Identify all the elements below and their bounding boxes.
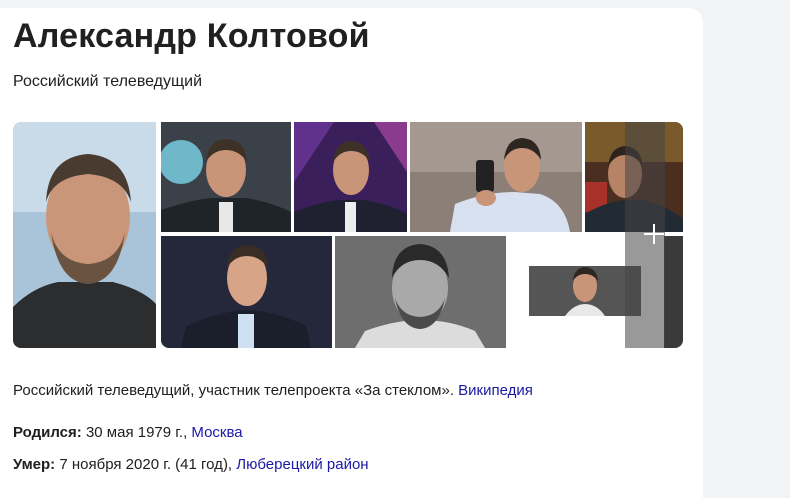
death-date: 7 ноября 2020 г. (41 год),: [59, 456, 233, 473]
fact-died: Умер: 7 ноября 2020 г. (41 год), Люберец…: [13, 456, 369, 473]
plus-icon[interactable]: [642, 222, 666, 246]
gallery-photo-bw-portrait[interactable]: [335, 236, 506, 348]
gallery-photo-portrait-suit[interactable]: [161, 236, 332, 348]
entity-title: Александр Колтовой: [13, 17, 370, 55]
gallery-photo-studio-2[interactable]: [294, 122, 407, 232]
entity-subtitle: Российский телеведущий: [13, 73, 203, 90]
gallery-photo-phone[interactable]: [410, 122, 582, 232]
deathplace-link[interactable]: Люберецкий район: [236, 456, 368, 473]
birthplace-link[interactable]: Москва: [191, 424, 242, 441]
died-label: Умер:: [13, 456, 56, 473]
born-label: Родился:: [13, 424, 82, 441]
entity-description: Российский телеведущий, участник телепро…: [13, 382, 533, 399]
description-text: Российский телеведущий, участник телепро…: [13, 382, 454, 399]
gallery-photo-main[interactable]: [13, 122, 156, 348]
born-date: 30 мая 1979 г.,: [85, 424, 188, 441]
gallery-photo-studio-1[interactable]: [161, 122, 291, 232]
wikipedia-link[interactable]: Википедия: [458, 382, 533, 399]
fact-born: Родился: 30 мая 1979 г., Москва: [13, 424, 243, 441]
